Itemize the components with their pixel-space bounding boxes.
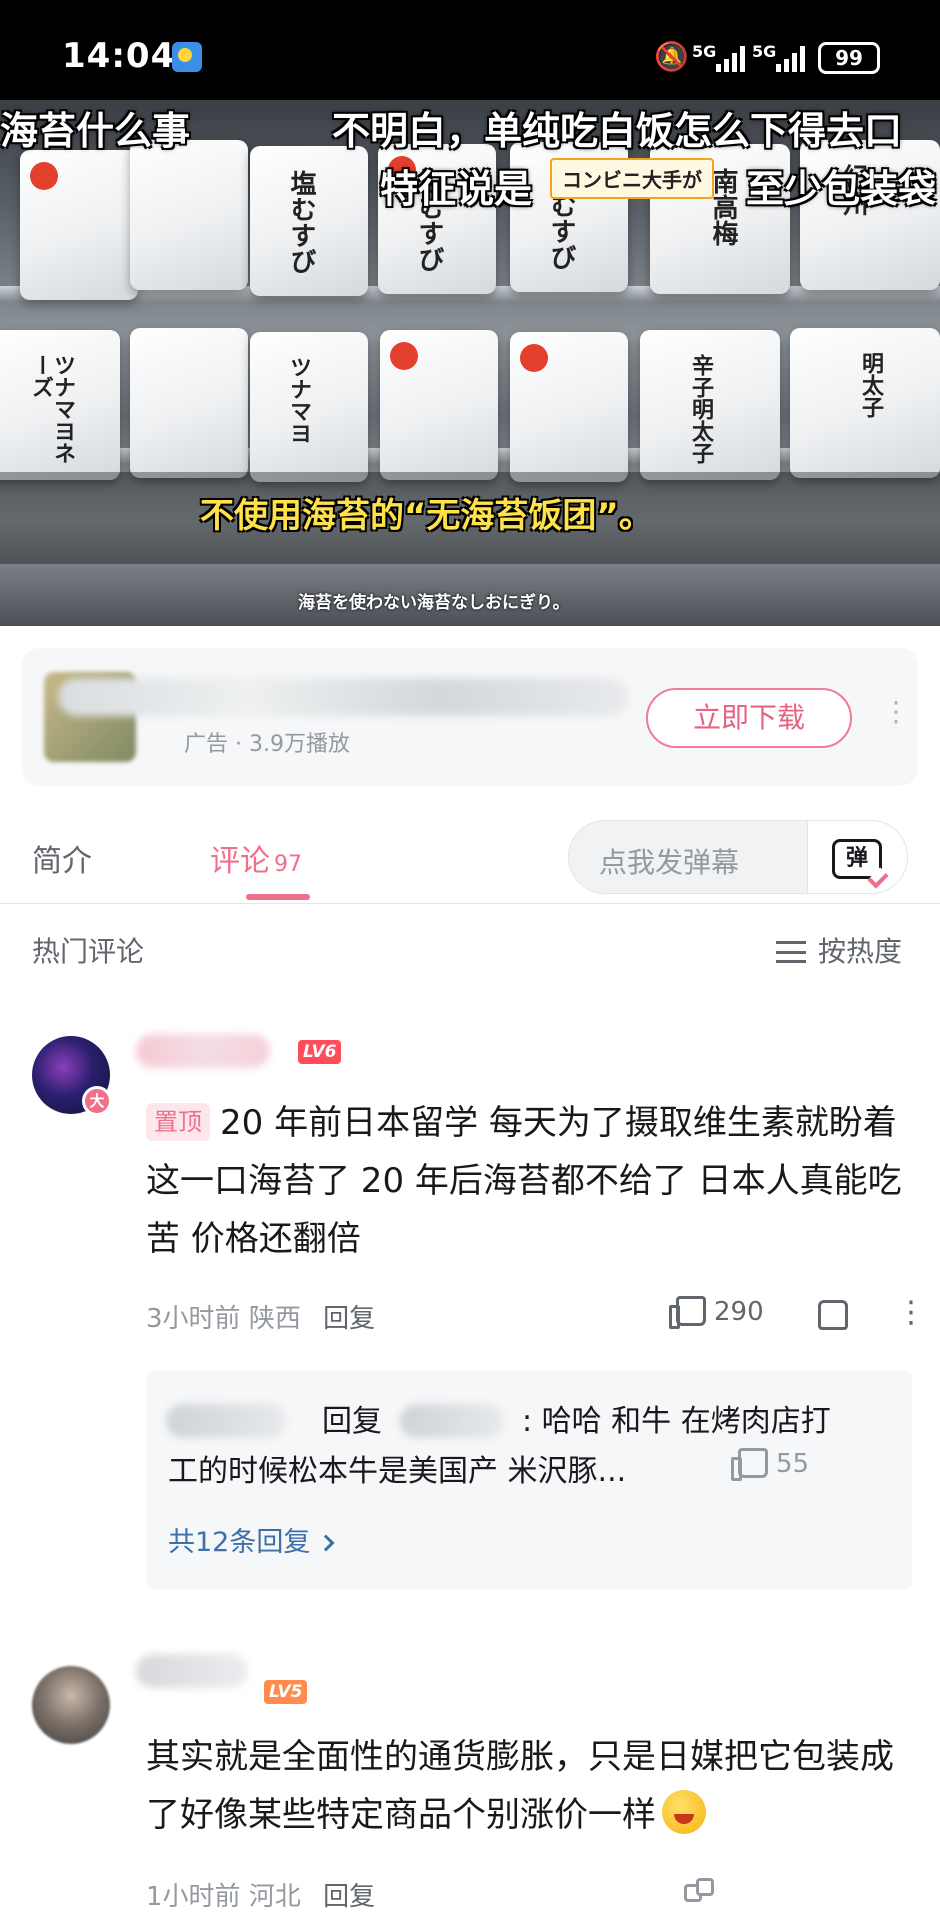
laughing-emoji-icon: [662, 1790, 706, 1834]
status-time: 14:04: [62, 36, 176, 76]
subtitle-second-left: 特征说是: [380, 167, 533, 211]
danmaku-icon: 弹: [832, 839, 882, 879]
active-tab-indicator: [246, 894, 310, 900]
reply-preview[interactable]: 回复 : 哈哈 和牛 在烤肉店打 工的时候松本牛是美国产 米沢豚... 55 共…: [146, 1370, 912, 1590]
thumbs-down-icon[interactable]: [818, 1300, 848, 1330]
tab-comments[interactable]: 评论 97: [210, 836, 302, 880]
onigiri-package: [380, 330, 498, 480]
reply-button[interactable]: 回复: [323, 1304, 375, 1334]
network-label-2: 5G: [752, 42, 777, 61]
comment-location: 河北: [248, 1882, 301, 1912]
onigiri-package: 塩むすび: [250, 146, 368, 296]
like-button[interactable]: 290: [669, 1296, 764, 1329]
package-label: 辛子明太子: [688, 354, 714, 464]
reply-like-count: 55: [776, 1449, 810, 1479]
onigiri-package: 辛子明太子: [640, 330, 780, 480]
tab-bar: 简介 评论 97 点我发弹幕 弹: [0, 806, 940, 904]
weather-icon: [172, 42, 202, 72]
onigiri-package: [20, 150, 138, 300]
comment-time: 1小时前: [146, 1882, 241, 1912]
onigiri-package: ツナマヨ: [250, 332, 368, 482]
ad-meta: 广告 · 3.9万播放: [184, 732, 350, 757]
onigiri-package: [510, 332, 628, 482]
subtitle-top-right: 不明白，单纯吃白饭怎么下得去口: [332, 109, 903, 153]
danmaku-toggle-button[interactable]: 弹: [807, 821, 907, 893]
avatar[interactable]: [32, 1666, 110, 1744]
sort-button[interactable]: 按热度: [776, 930, 902, 970]
reply-button[interactable]: 回复: [323, 1882, 375, 1912]
danmaku-input[interactable]: 点我发弹幕 弹: [568, 820, 908, 894]
reply-like-button[interactable]: 55: [731, 1448, 810, 1481]
view-replies-label: 共12条回复: [168, 1527, 311, 1558]
network-label: 5G: [692, 42, 717, 61]
comment-body: 其实就是全面性的通货膨胀，只是日媒把它包装成了好像某些特定商品个别涨价一样: [146, 1737, 894, 1835]
ad-title-redacted: [58, 678, 628, 716]
onigiri-package: [130, 328, 248, 478]
more-options-icon[interactable]: ⋮: [882, 698, 910, 726]
reply-text-line2: 工的时候松本牛是美国产 米沢豚...: [168, 1454, 627, 1489]
view-replies-link[interactable]: 共12条回复: [168, 1520, 335, 1559]
ad-card[interactable]: 广告 · 3.9万播放 立即下载 ⋮: [22, 648, 918, 786]
comment-more-icon[interactable]: ⋮: [896, 1298, 926, 1328]
thumbs-up-icon: [731, 1448, 768, 1481]
signal-icon-2: [776, 46, 805, 72]
floating-more-icon[interactable]: [684, 1876, 720, 1910]
onigiri-package: ツナマヨネーズ: [0, 330, 120, 480]
level-badge: LV6: [298, 1040, 342, 1064]
brand-dot-icon: [390, 342, 418, 370]
sort-label: 按热度: [818, 935, 903, 968]
thumbs-up-icon: [669, 1296, 706, 1329]
download-button[interactable]: 立即下载: [646, 688, 852, 748]
comment-meta: 1小时前 河北 回复: [146, 1876, 375, 1913]
subtitle-second-right: 至少包装袋: [746, 167, 937, 211]
comment-body: 20 年前日本留学 每天为了摄取维生素就盼着这一口海苔了 20 年后海苔都不给了…: [146, 1103, 902, 1259]
package-label: 明太子: [858, 352, 884, 418]
tab-intro[interactable]: 简介: [32, 836, 92, 880]
package-label: 塩むすび: [286, 170, 316, 274]
video-player[interactable]: 塩むすび 塩むすび 塩むすび 南高梅 紀州 ツナマヨネーズ ツナマヨ 辛子明太子…: [0, 100, 940, 626]
pinned-badge: 置顶: [146, 1103, 210, 1141]
vip-badge-icon: 大: [82, 1086, 112, 1116]
reply-username-redacted: [166, 1404, 286, 1438]
onigiri-package: 明太子: [790, 328, 940, 478]
comment-text: 其实就是全面性的通货膨胀，只是日媒把它包装成了好像某些特定商品个别涨价一样: [146, 1728, 916, 1844]
tab-comments-label: 评论: [210, 844, 270, 879]
onigiri-package: [130, 140, 248, 290]
level-badge: LV5: [264, 1680, 308, 1704]
status-bar: 14:04 🔕 5G 5G 99: [0, 0, 940, 100]
comment-location: 陕西: [248, 1304, 301, 1334]
reply-target-redacted: [400, 1404, 504, 1438]
chevron-right-icon: [317, 1534, 335, 1552]
jp-caption-tag: コンビニ大手が: [550, 158, 714, 199]
danmaku-placeholder: 点我发弹幕: [599, 846, 740, 879]
reply-text-line1: : 哈哈 和牛 在烤肉店打: [522, 1404, 831, 1439]
battery-icon: 99: [818, 42, 880, 74]
like-count: 290: [714, 1297, 764, 1327]
package-label: ツナマヨネーズ: [28, 354, 76, 464]
username-redacted[interactable]: [136, 1654, 248, 1688]
comment-meta: 3小时前 陕西 回复: [146, 1298, 375, 1335]
hot-comments-label: 热门评论: [32, 935, 145, 968]
brand-dot-icon: [30, 162, 58, 190]
reply-word: 回复: [322, 1404, 382, 1439]
sort-icon: [776, 941, 806, 963]
comment-text: 置顶 20 年前日本留学 每天为了摄取维生素就盼着这一口海苔了 20 年后海苔都不…: [146, 1094, 916, 1268]
brand-dot-icon: [520, 344, 548, 372]
package-label: ツナマヨ: [286, 356, 312, 444]
subtitle-main: 不使用海苔的“无海苔饭团”。: [200, 496, 653, 536]
username-redacted[interactable]: [136, 1034, 270, 1068]
signal-icon: [716, 46, 745, 72]
comment-time: 3小时前: [146, 1304, 241, 1334]
subtitle-top-left: 海苔什么事: [0, 109, 191, 153]
subtitle-japanese: 海苔を使わない海苔なしおにぎり。: [298, 593, 570, 613]
comment-count: 97: [274, 852, 302, 877]
mute-icon: 🔕: [654, 40, 689, 73]
